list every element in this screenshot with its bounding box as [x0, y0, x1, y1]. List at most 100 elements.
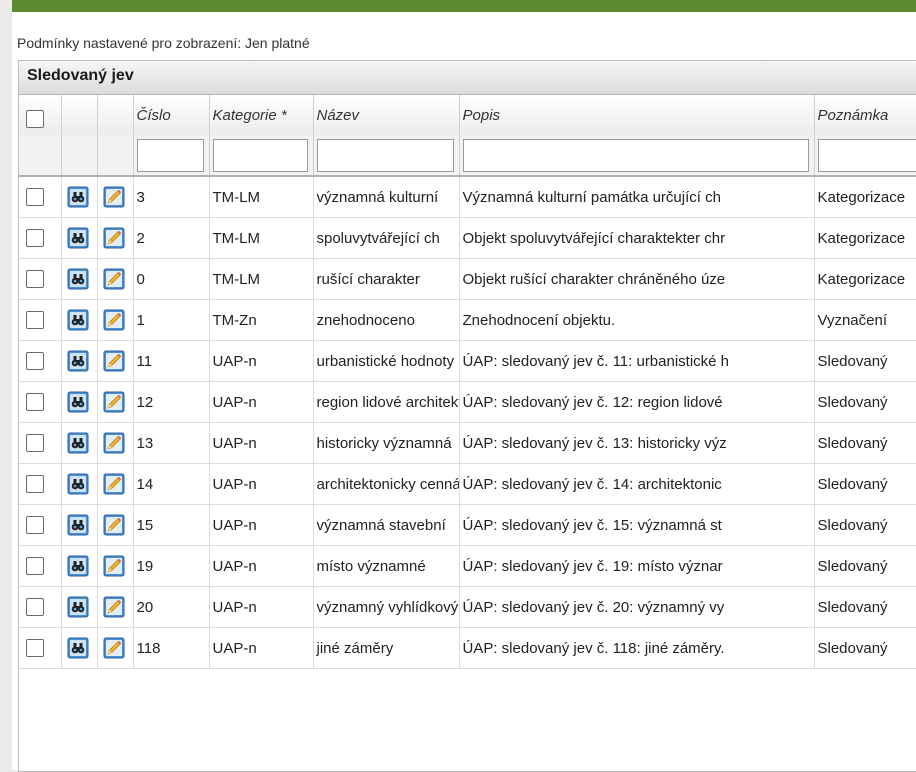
header-edit-col	[97, 95, 133, 135]
binoculars-icon[interactable]	[67, 596, 89, 618]
select-all-checkbox[interactable]	[26, 110, 44, 128]
binoculars-icon[interactable]	[67, 514, 89, 536]
cell-nazev: významná kulturní	[313, 176, 459, 218]
pencil-icon[interactable]	[103, 555, 125, 577]
pencil-icon[interactable]	[103, 432, 125, 454]
pencil-icon[interactable]	[103, 637, 125, 659]
content-panel: Podmínky nastavené pro zobrazení: Jen pl…	[12, 12, 916, 770]
pencil-icon[interactable]	[103, 227, 125, 249]
row-checkbox[interactable]	[26, 475, 44, 493]
column-header-cislo[interactable]: Číslo	[133, 95, 209, 135]
table-row[interactable]: 19 UAP-n místo významné ÚAP: sledovaný j…	[19, 546, 916, 587]
table-row[interactable]: 2 TM-LM spoluvytvářející ch Objekt spolu…	[19, 218, 916, 259]
table-row[interactable]: 118 UAP-n jiné záměry ÚAP: sledovaný jev…	[19, 628, 916, 669]
filter-input-cislo[interactable]	[137, 139, 204, 172]
row-checkbox[interactable]	[26, 270, 44, 288]
cell-nazev: významná stavební	[313, 505, 459, 546]
cell-poznamka: Kategorizace	[814, 218, 916, 259]
cell-cislo: 0	[133, 259, 209, 300]
table-row[interactable]: 20 UAP-n významný vyhlídkový ÚAP: sledov…	[19, 587, 916, 628]
cell-popis: ÚAP: sledovaný jev č. 14: architektonic	[459, 464, 814, 505]
pencil-icon[interactable]	[103, 268, 125, 290]
pencil-icon[interactable]	[103, 186, 125, 208]
cell-nazev: region lidové architektury	[313, 382, 459, 423]
filter-input-poznamka[interactable]	[818, 139, 916, 172]
cell-nazev: rušící charakter	[313, 259, 459, 300]
cell-poznamka: Sledovaný	[814, 628, 916, 669]
filter-input-popis[interactable]	[463, 139, 809, 172]
cell-nazev: místo významné	[313, 546, 459, 587]
row-checkbox[interactable]	[26, 352, 44, 370]
pencil-icon[interactable]	[103, 473, 125, 495]
pencil-icon[interactable]	[103, 514, 125, 536]
table-row[interactable]: 14 UAP-n architektonicky cenná ÚAP: sled…	[19, 464, 916, 505]
filter-input-kategorie[interactable]	[213, 139, 308, 172]
cell-poznamka: Sledovaný	[814, 546, 916, 587]
row-checkbox[interactable]	[26, 229, 44, 247]
row-checkbox[interactable]	[26, 393, 44, 411]
table-row[interactable]: 13 UAP-n historicky významná ÚAP: sledov…	[19, 423, 916, 464]
cell-popis: ÚAP: sledovaný jev č. 19: místo význar	[459, 546, 814, 587]
cell-cislo: 12	[133, 382, 209, 423]
binoculars-icon[interactable]	[67, 350, 89, 372]
table-row[interactable]: 1 TM-Zn znehodnoceno Znehodnocení objekt…	[19, 300, 916, 341]
header-select-all[interactable]	[19, 95, 61, 135]
binoculars-icon[interactable]	[67, 391, 89, 413]
column-header-kategorie[interactable]: Kategorie *	[209, 95, 313, 135]
row-checkbox[interactable]	[26, 311, 44, 329]
cell-nazev: významný vyhlídkový	[313, 587, 459, 628]
row-checkbox[interactable]	[26, 516, 44, 534]
binoculars-icon[interactable]	[67, 432, 89, 454]
cell-poznamka: Kategorizace	[814, 259, 916, 300]
binoculars-icon[interactable]	[67, 186, 89, 208]
row-checkbox[interactable]	[26, 639, 44, 657]
cell-kategorie: TM-LM	[209, 176, 313, 218]
cell-popis: Znehodnocení objektu.	[459, 300, 814, 341]
cell-kategorie: UAP-n	[209, 464, 313, 505]
pencil-icon[interactable]	[103, 350, 125, 372]
binoculars-icon[interactable]	[67, 555, 89, 577]
cell-nazev: spoluvytvářející ch	[313, 218, 459, 259]
cell-popis: Významná kulturní památka určující ch	[459, 176, 814, 218]
filter-input-nazev[interactable]	[317, 139, 454, 172]
table-row[interactable]: 0 TM-LM rušící charakter Objekt rušící c…	[19, 259, 916, 300]
row-checkbox[interactable]	[26, 434, 44, 452]
row-checkbox[interactable]	[26, 557, 44, 575]
column-header-poznamka[interactable]: Poznámka	[814, 95, 916, 135]
pencil-icon[interactable]	[103, 596, 125, 618]
table-row[interactable]: 11 UAP-n urbanistické hodnoty ÚAP: sledo…	[19, 341, 916, 382]
table-row[interactable]: 3 TM-LM významná kulturní Významná kultu…	[19, 176, 916, 218]
binoculars-icon[interactable]	[67, 309, 89, 331]
binoculars-icon[interactable]	[67, 268, 89, 290]
table-row[interactable]: 12 UAP-n region lidové architektury ÚAP:…	[19, 382, 916, 423]
cell-kategorie: UAP-n	[209, 587, 313, 628]
cell-poznamka: Sledovaný	[814, 505, 916, 546]
row-checkbox[interactable]	[26, 598, 44, 616]
pencil-icon[interactable]	[103, 391, 125, 413]
cell-kategorie: TM-LM	[209, 259, 313, 300]
data-grid: Sledovaný jev Číslo Kategorie * Název Po…	[18, 60, 916, 772]
binoculars-icon[interactable]	[67, 227, 89, 249]
cell-poznamka: Sledovaný	[814, 464, 916, 505]
cell-cislo: 19	[133, 546, 209, 587]
cell-cislo: 11	[133, 341, 209, 382]
cell-cislo: 1	[133, 300, 209, 341]
cell-poznamka: Sledovaný	[814, 341, 916, 382]
cell-popis: ÚAP: sledovaný jev č. 12: region lidové	[459, 382, 814, 423]
cell-nazev: jiné záměry	[313, 628, 459, 669]
cell-kategorie: UAP-n	[209, 423, 313, 464]
binoculars-icon[interactable]	[67, 473, 89, 495]
pencil-icon[interactable]	[103, 309, 125, 331]
column-header-popis[interactable]: Popis	[459, 95, 814, 135]
cell-kategorie: TM-Zn	[209, 300, 313, 341]
cell-cislo: 2	[133, 218, 209, 259]
cell-nazev: urbanistické hodnoty	[313, 341, 459, 382]
cell-poznamka: Kategorizace	[814, 176, 916, 218]
column-header-nazev[interactable]: Název	[313, 95, 459, 135]
table-row[interactable]: 15 UAP-n významná stavební ÚAP: sledovan…	[19, 505, 916, 546]
cell-popis: Objekt spoluvytvářející charaktekter chr	[459, 218, 814, 259]
grid-table: Číslo Kategorie * Název Popis Poznámka	[19, 95, 916, 669]
row-checkbox[interactable]	[26, 188, 44, 206]
cell-popis: ÚAP: sledovaný jev č. 118: jiné záměry.	[459, 628, 814, 669]
binoculars-icon[interactable]	[67, 637, 89, 659]
